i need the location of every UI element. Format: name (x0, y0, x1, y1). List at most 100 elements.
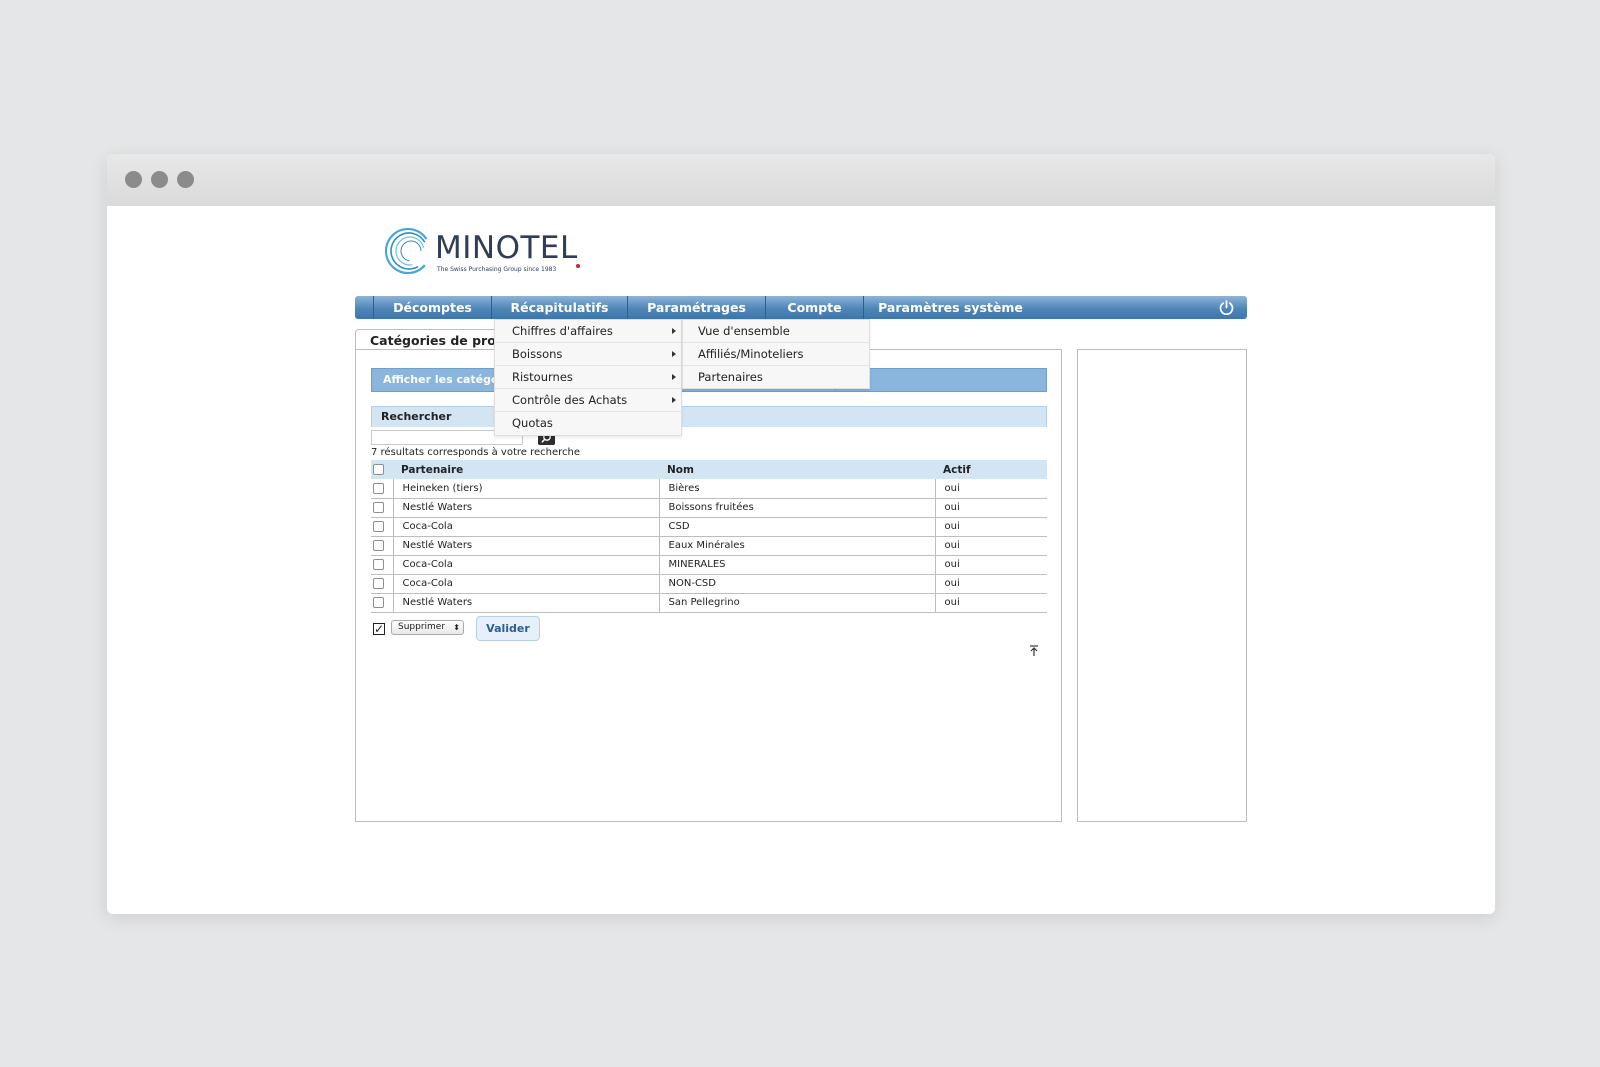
cell-actif: oui (934, 479, 1047, 499)
cell-nom: NON-CSD (658, 574, 935, 594)
select-arrows-icon: ⬍ (453, 623, 460, 632)
caret-right-icon (672, 374, 676, 380)
nav-parametres-systeme[interactable]: Paramètres système (863, 296, 1037, 319)
bulk-action-selected: Supprimer (398, 622, 446, 632)
menu-item-controle-achats[interactable]: Contrôle des Achats (495, 389, 681, 412)
categories-panel: Afficher les catégories Rechercher 7 rés… (355, 349, 1062, 822)
table-row[interactable]: Coca-Cola MINERALES oui (371, 555, 1047, 575)
col-actif[interactable]: Actif (935, 460, 1047, 479)
table-row[interactable]: Coca-Cola NON-CSD oui (371, 574, 1047, 594)
row-checkbox[interactable] (373, 596, 384, 608)
main-nav: Décomptes Récapitulatifs Paramétrages Co… (355, 296, 1247, 319)
row-checkbox[interactable] (373, 482, 384, 494)
caret-right-icon (672, 351, 676, 357)
browser-window: MINOTEL The Swiss Purchasing Group since… (107, 154, 1495, 914)
cell-nom: Eaux Minérales (658, 536, 935, 556)
nav-parametrages[interactable]: Paramétrages (627, 296, 765, 319)
caret-right-icon (672, 328, 676, 334)
cell-actif: oui (934, 555, 1047, 575)
row-checkbox-cell (371, 498, 393, 518)
cell-actif: oui (934, 574, 1047, 594)
cell-partenaire: Nestlé Waters (392, 593, 659, 613)
submenu-item-affilies[interactable]: Affiliés/Minoteliers (683, 343, 869, 366)
menu-item-label: Contrôle des Achats (512, 393, 628, 407)
menu-item-ristournes[interactable]: Ristournes (495, 366, 681, 389)
table-row[interactable]: Heineken (tiers) Bières oui (371, 479, 1047, 499)
cell-nom: Boissons fruitées (658, 498, 935, 518)
table-header-row: Partenaire Nom Actif (371, 460, 1047, 479)
cell-actif: oui (934, 593, 1047, 613)
chiffres-affaires-submenu: Vue d'ensemble Affiliés/Minoteliers Part… (682, 319, 870, 389)
search-header: Rechercher (371, 406, 1047, 427)
row-checkbox-cell (371, 536, 393, 556)
categories-table: Partenaire Nom Actif Heineken (tiers) Bi… (371, 460, 1047, 613)
window-titlebar (107, 154, 1495, 206)
logo-red-dot (576, 264, 580, 268)
nav-decomptes-label: Décomptes (393, 300, 472, 315)
cell-partenaire: Nestlé Waters (392, 498, 659, 518)
row-checkbox-cell (371, 555, 393, 575)
maximize-window-dot[interactable] (177, 171, 194, 188)
menu-item-chiffres-affaires[interactable]: Chiffres d'affaires (495, 320, 681, 343)
bulk-action-select[interactable]: Supprimer ⬍ (391, 620, 464, 635)
nav-parametres-systeme-label: Paramètres système (878, 300, 1023, 315)
side-panel (1077, 349, 1247, 822)
minimize-window-dot[interactable] (151, 171, 168, 188)
cell-partenaire: Coca-Cola (392, 517, 659, 537)
cell-partenaire: Coca-Cola (392, 574, 659, 594)
close-window-dot[interactable] (125, 171, 142, 188)
nav-compte-label: Compte (787, 300, 842, 315)
valider-button[interactable]: Valider (476, 616, 540, 641)
col-nom[interactable]: Nom (659, 460, 935, 479)
bulk-select-checkbox[interactable]: ✓ (373, 623, 385, 635)
cell-nom: CSD (658, 517, 935, 537)
logo-swirl-icon (384, 227, 432, 275)
table-row[interactable]: Nestlé Waters Eaux Minérales oui (371, 536, 1047, 556)
row-checkbox[interactable] (373, 539, 384, 551)
cell-partenaire: Coca-Cola (392, 555, 659, 575)
menu-item-label: Ristournes (512, 370, 573, 384)
col-partenaire[interactable]: Partenaire (393, 460, 659, 479)
cell-actif: oui (934, 517, 1047, 537)
page-content: MINOTEL The Swiss Purchasing Group since… (107, 206, 1495, 914)
caret-right-icon (672, 397, 676, 403)
table-row[interactable]: Nestlé Waters Boissons fruitées oui (371, 498, 1047, 518)
menu-item-quotas[interactable]: Quotas (495, 412, 681, 435)
row-checkbox[interactable] (373, 558, 384, 570)
minotel-logo[interactable]: MINOTEL The Swiss Purchasing Group since… (383, 224, 593, 280)
results-count: 7 résultats corresponds à votre recherch… (371, 447, 581, 458)
menu-item-label: Chiffres d'affaires (512, 324, 613, 338)
logo-tagline: The Swiss Purchasing Group since 1983 (437, 266, 557, 273)
row-checkbox-cell (371, 574, 393, 594)
panel-tab-title[interactable]: Catégories de produits (355, 329, 497, 351)
select-all-checkbox[interactable] (373, 464, 384, 475)
power-icon[interactable] (1218, 299, 1235, 316)
cell-actif: oui (934, 498, 1047, 518)
logo-wordmark: MINOTEL (435, 230, 578, 266)
row-checkbox-cell (371, 479, 393, 499)
submenu-item-partenaires[interactable]: Partenaires (683, 366, 869, 389)
row-checkbox[interactable] (373, 577, 384, 589)
select-all-cell (371, 460, 393, 479)
recapitulatifs-dropdown: Chiffres d'affaires Boissons Ristournes … (494, 319, 682, 436)
table-row[interactable]: Nestlé Waters San Pellegrino oui (371, 593, 1047, 613)
row-checkbox[interactable] (373, 520, 384, 532)
row-checkbox[interactable] (373, 501, 384, 513)
nav-decomptes[interactable]: Décomptes (373, 296, 491, 319)
scroll-to-top-icon[interactable] (1029, 645, 1039, 657)
row-checkbox-cell (371, 517, 393, 537)
nav-recapitulatifs[interactable]: Récapitulatifs (491, 296, 627, 319)
cell-nom: San Pellegrino (658, 593, 935, 613)
submenu-item-vue-ensemble[interactable]: Vue d'ensemble (683, 320, 869, 343)
cell-nom: MINERALES (658, 555, 935, 575)
cell-partenaire: Nestlé Waters (392, 536, 659, 556)
cell-nom: Bières (658, 479, 935, 499)
table-row[interactable]: Coca-Cola CSD oui (371, 517, 1047, 537)
nav-compte[interactable]: Compte (765, 296, 863, 319)
cell-partenaire: Heineken (tiers) (392, 479, 659, 499)
menu-item-label: Boissons (512, 347, 563, 361)
row-checkbox-cell (371, 593, 393, 613)
menu-item-boissons[interactable]: Boissons (495, 343, 681, 366)
nav-parametrages-label: Paramétrages (647, 300, 746, 315)
menu-item-label: Quotas (512, 416, 553, 430)
